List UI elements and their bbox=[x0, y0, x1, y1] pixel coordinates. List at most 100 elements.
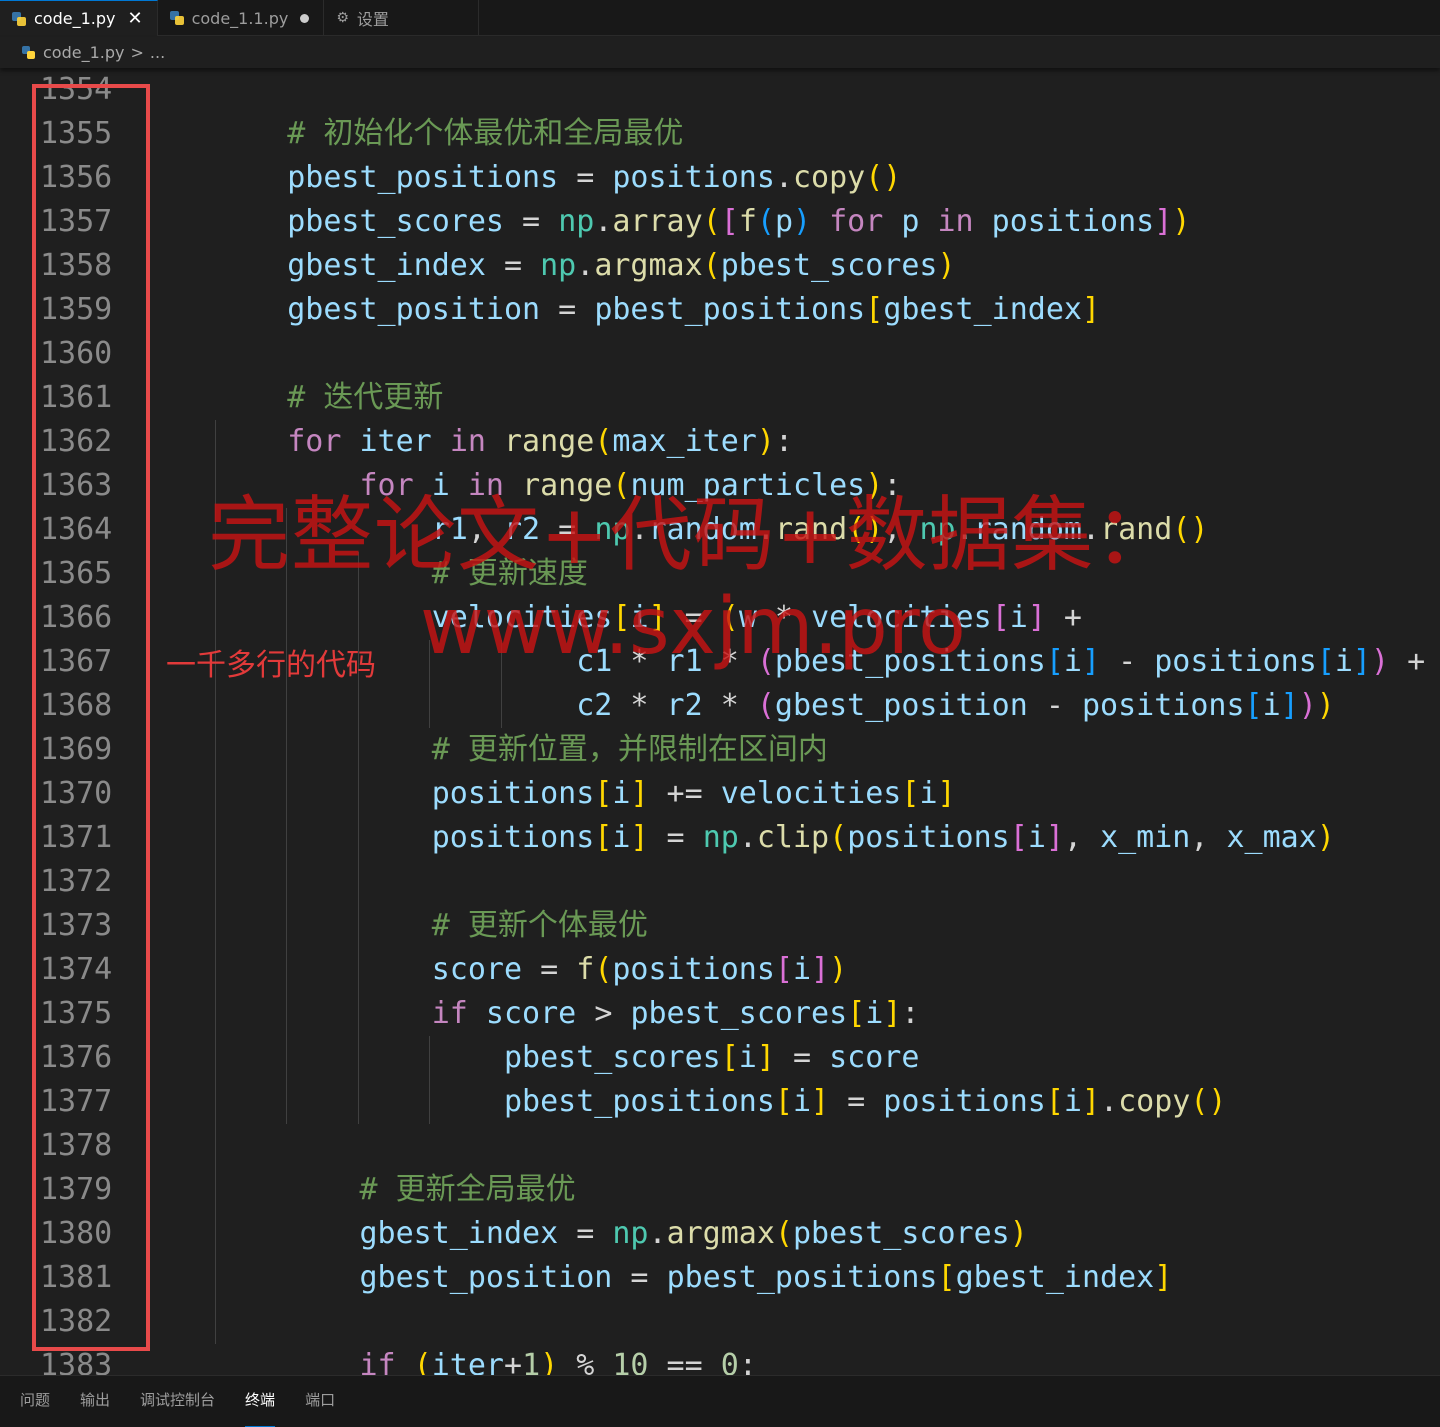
breadcrumb-file[interactable]: code_1.py bbox=[43, 43, 124, 62]
code-token: x_min bbox=[1100, 820, 1191, 855]
breadcrumb-more[interactable]: ... bbox=[150, 43, 165, 62]
code-token: argmax bbox=[666, 1216, 775, 1251]
code-line[interactable]: pbest_scores = np.array([f(p) for p in p… bbox=[215, 200, 1440, 244]
code-line[interactable] bbox=[215, 860, 1440, 904]
tab-settings[interactable]: ⚙ 设置 bbox=[324, 0, 480, 36]
code-token: ] bbox=[811, 1084, 830, 1119]
panel-tab-problems[interactable]: 问题 bbox=[20, 1376, 50, 1427]
code-token: . bbox=[738, 820, 757, 855]
code-token: positions bbox=[1154, 644, 1317, 679]
panel-tab-debug-console[interactable]: 调试控制台 bbox=[140, 1376, 215, 1427]
code-token: iter bbox=[341, 424, 450, 459]
code-line[interactable]: gbest_position = pbest_positions[gbest_i… bbox=[215, 288, 1440, 332]
code-token: ( bbox=[594, 952, 613, 987]
code-token: c2 bbox=[576, 688, 613, 723]
code-token: + bbox=[1389, 644, 1426, 679]
code-token: score bbox=[467, 996, 595, 1031]
code-token: ] bbox=[1081, 1084, 1101, 1119]
code-line[interactable] bbox=[215, 1124, 1440, 1168]
code-token: score bbox=[829, 1040, 920, 1075]
code-token: # 更新位置，并限制在区间内 bbox=[431, 732, 828, 767]
code-token: i bbox=[1063, 644, 1082, 679]
python-file-icon bbox=[22, 46, 35, 59]
code-line[interactable]: gbest_index = np.argmax(pbest_scores) bbox=[215, 244, 1440, 288]
code-line[interactable]: pbest_scores[i] = score bbox=[215, 1036, 1440, 1080]
code-token: ] bbox=[1081, 644, 1101, 679]
code-line[interactable]: # 更新全局最优 bbox=[215, 1168, 1440, 1212]
code-token: ( bbox=[829, 820, 848, 855]
code-line[interactable]: score = f(positions[i]) bbox=[215, 948, 1440, 992]
code-token: pbest_positions bbox=[287, 160, 559, 195]
code-token: * bbox=[702, 688, 757, 723]
code-token: + bbox=[1045, 600, 1082, 635]
code-line[interactable]: pbest_positions = positions.copy() bbox=[215, 156, 1440, 200]
code-line[interactable]: if score > pbest_scores[i]: bbox=[215, 992, 1440, 1036]
code-token: : bbox=[738, 1348, 757, 1375]
indent-guide bbox=[358, 552, 359, 1124]
code-line[interactable]: c2 * r2 * (gbest_position - positions[i]… bbox=[215, 684, 1440, 728]
code-token: pbest_scores bbox=[720, 248, 938, 283]
code-editor[interactable]: 1354 1355 1356 1357 1358 1359 1360 1361 1362 1363… bbox=[0, 68, 1440, 1375]
code-line[interactable]: gbest_index = np.argmax(pbest_scores) bbox=[215, 1212, 1440, 1256]
panel-tab-terminal[interactable]: 终端 bbox=[245, 1376, 276, 1427]
code-token: ( bbox=[413, 1348, 432, 1375]
code-token: [ bbox=[774, 952, 793, 987]
watermark-line-2: www.sxjm.pro bbox=[420, 582, 966, 672]
code-token: ( bbox=[594, 424, 613, 459]
tab-code-1-1-py[interactable]: code_1.1.py bbox=[158, 0, 325, 36]
code-line[interactable]: for iter in range(max_iter): bbox=[215, 420, 1440, 464]
panel-tab-output[interactable]: 输出 bbox=[80, 1376, 110, 1427]
code-token: score bbox=[431, 952, 523, 987]
code-token: in bbox=[937, 204, 974, 239]
code-line[interactable] bbox=[215, 1300, 1440, 1344]
code-token: = bbox=[612, 1260, 667, 1295]
code-line[interactable]: # 迭代更新 bbox=[215, 376, 1440, 420]
close-icon[interactable]: ✕ bbox=[127, 8, 142, 29]
code-token: max_iter bbox=[612, 424, 757, 459]
code-token: = bbox=[829, 1084, 884, 1119]
code-token: i bbox=[1262, 688, 1281, 723]
code-line[interactable]: if (iter+1) % 10 == 0: bbox=[215, 1344, 1440, 1375]
code-token: f bbox=[576, 952, 595, 987]
code-token: ) bbox=[1316, 820, 1335, 855]
code-token: ] bbox=[1045, 820, 1064, 855]
tab-code-1-py[interactable]: code_1.py ✕ bbox=[0, 0, 158, 36]
code-line[interactable]: gbest_position = pbest_positions[gbest_i… bbox=[215, 1256, 1440, 1300]
code-token: += bbox=[648, 776, 721, 811]
code-token: positions bbox=[973, 204, 1155, 239]
code-line[interactable]: # 更新位置，并限制在区间内 bbox=[215, 728, 1440, 772]
indent-guide bbox=[429, 1036, 430, 1124]
code-token: ] bbox=[630, 776, 649, 811]
code-token: i bbox=[738, 1040, 757, 1075]
breadcrumb: code_1.py > ... bbox=[0, 37, 1440, 68]
code-line[interactable]: positions[i] = np.clip(positions[i], x_m… bbox=[215, 816, 1440, 860]
code-token: ( bbox=[756, 204, 775, 239]
code-token: = bbox=[485, 248, 541, 283]
code-token: [ bbox=[1244, 688, 1263, 723]
code-token: == bbox=[648, 1348, 721, 1375]
code-line[interactable] bbox=[215, 332, 1440, 376]
code-line[interactable]: # 更新个体最优 bbox=[215, 904, 1440, 948]
code-line[interactable]: # 初始化个体最优和全局最优 bbox=[215, 112, 1440, 156]
code-token: [ bbox=[847, 996, 866, 1031]
code-area[interactable]: # 初始化个体最优和全局最优 pbest_positions = positio… bbox=[0, 68, 1440, 1375]
code-token: pbest_scores bbox=[630, 996, 848, 1031]
code-token: for bbox=[287, 424, 342, 459]
editor-tab-bar: code_1.py ✕ code_1.1.py ⚙ 设置 bbox=[0, 0, 1440, 36]
code-line[interactable]: pbest_positions[i] = positions[i].copy() bbox=[215, 1080, 1440, 1124]
breadcrumb-separator: > bbox=[130, 43, 144, 62]
code-token: ] bbox=[1082, 292, 1101, 327]
panel-tab-ports[interactable]: 端口 bbox=[305, 1376, 335, 1427]
code-token: ) bbox=[1370, 644, 1390, 679]
code-line[interactable]: positions[i] += velocities[i] bbox=[215, 772, 1440, 816]
code-line[interactable] bbox=[215, 68, 1440, 112]
unsaved-dot-icon[interactable] bbox=[300, 13, 310, 23]
code-token: i bbox=[865, 996, 884, 1031]
